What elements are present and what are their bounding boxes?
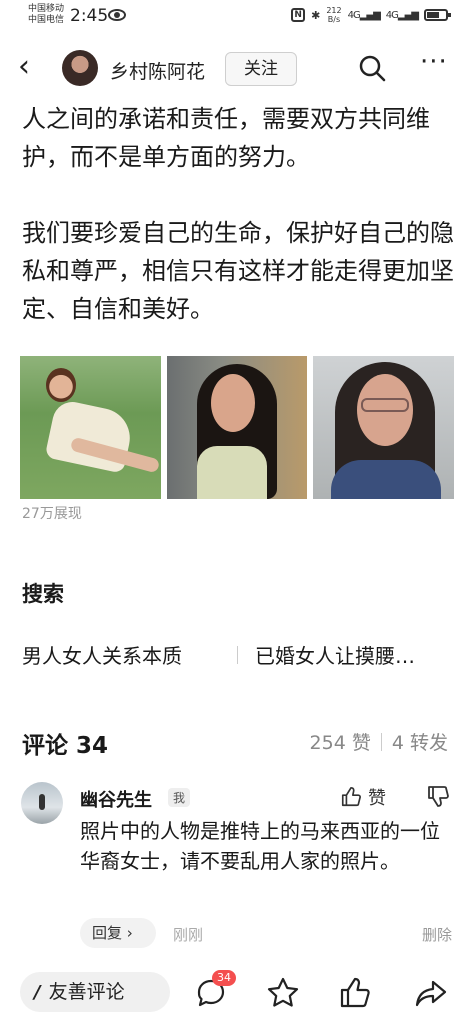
me-badge: 我 xyxy=(168,788,191,807)
signal-icon-1: 4G▂▄▆ xyxy=(347,9,381,21)
comment-text: 照片中的人物是推特上的马来西亚的一位华裔女士，请不要乱用人家的照片。 xyxy=(80,819,440,873)
comment-count-badge: 34 xyxy=(212,970,236,986)
network-speed: 212 B/s xyxy=(326,6,341,24)
carrier-info: 中国移动 中国电信 xyxy=(28,4,64,26)
signal-type-2: 4G xyxy=(385,9,399,21)
back-arrow-icon[interactable]: ‹ xyxy=(18,52,40,82)
carrier-2: 中国电信 xyxy=(28,15,65,25)
photo-gallery xyxy=(20,356,455,499)
eye-icon xyxy=(108,9,126,21)
battery-icon xyxy=(424,9,451,21)
search-suggestion[interactable]: 已婚女人让摸腰… xyxy=(255,640,415,669)
comments-title: 评论 34 xyxy=(22,733,109,759)
comment-time: 刚刚 xyxy=(173,926,204,944)
follow-button[interactable]: 关注 xyxy=(225,52,297,86)
comment-item: 幽谷先生 我 赞 照片中的人物是推特上的马来西亚的一位华裔女士，请不要乱用人家的… xyxy=(0,780,474,950)
thumbs-up-icon[interactable] xyxy=(338,976,372,1010)
author-avatar[interactable] xyxy=(62,50,98,86)
write-comment-label: 友善评论 xyxy=(48,981,125,1003)
divider xyxy=(237,646,238,664)
signal-icon-2: 4G▂▄▆ xyxy=(385,9,419,21)
divider xyxy=(380,732,382,751)
thumbs-up-icon xyxy=(341,787,361,807)
star-icon[interactable] xyxy=(266,976,300,1010)
search-section-title: 搜索 xyxy=(22,582,64,606)
share-icon[interactable] xyxy=(414,976,448,1010)
status-indicators: N ✱ 212 B/s 4G▂▄▆ 4G▂▄▆ xyxy=(291,6,451,24)
author-name[interactable]: 乡村陈阿花 xyxy=(110,57,205,84)
photo-thumbnail[interactable] xyxy=(20,356,161,499)
carrier-1: 中国移动 xyxy=(28,4,65,14)
write-comment-button[interactable]: / 友善评论 xyxy=(20,972,170,1012)
commenter-name[interactable]: 幽谷先生 xyxy=(80,786,152,812)
avatar[interactable] xyxy=(21,782,63,824)
status-bar: 中国移动 中国电信 2:45 N ✱ 212 B/s 4G▂▄▆ 4G▂▄▆ xyxy=(0,0,474,36)
share-count: 4 转发 xyxy=(391,732,448,754)
search-suggestions: 男人女人关系本质 已婚女人让摸腰… xyxy=(22,640,462,670)
more-icon[interactable]: ··· xyxy=(420,49,450,82)
speed-unit: B/s xyxy=(327,15,341,24)
comments-stats: 254 赞 4 转发 xyxy=(310,728,448,755)
comment-like-button[interactable]: 赞 xyxy=(340,784,386,810)
photo-thumbnail[interactable] xyxy=(313,356,455,499)
clock: 2:45 xyxy=(70,6,109,26)
speed-value: 212 xyxy=(326,6,342,15)
view-count: 27万展现 xyxy=(22,506,82,522)
article-paragraph: 我们要珍爱自己的生命，保护好自己的隐私和尊严，相信只有这样才能走得更加坚定、自信… xyxy=(22,219,454,323)
photo-thumbnail[interactable] xyxy=(166,356,308,499)
nfc-icon: N xyxy=(291,8,306,22)
search-suggestion[interactable]: 男人女人关系本质 xyxy=(22,640,182,669)
bottom-action-bar: / 友善评论 34 xyxy=(0,966,474,1026)
thumbs-down-icon[interactable] xyxy=(426,784,450,808)
comment-like-label: 赞 xyxy=(368,788,386,809)
like-count: 254 赞 xyxy=(309,732,371,754)
article-header: ‹ 乡村陈阿花 关注 ··· xyxy=(0,40,474,96)
article-paragraph: 人之间的承诺和责任，需要双方共同维护，而不是单方面的努力。 xyxy=(22,105,430,171)
reply-button[interactable]: 回复 › xyxy=(80,918,156,948)
signal-type-1: 4G xyxy=(347,9,361,21)
search-icon[interactable] xyxy=(358,54,386,82)
delete-button[interactable]: 删除 xyxy=(422,924,452,945)
bluetooth-icon: ✱ xyxy=(311,8,321,22)
article-body: 人之间的承诺和责任，需要双方共同维护，而不是单方面的努力。 我们要珍爱自己的生命… xyxy=(22,100,462,366)
pen-icon: / xyxy=(34,982,41,1003)
